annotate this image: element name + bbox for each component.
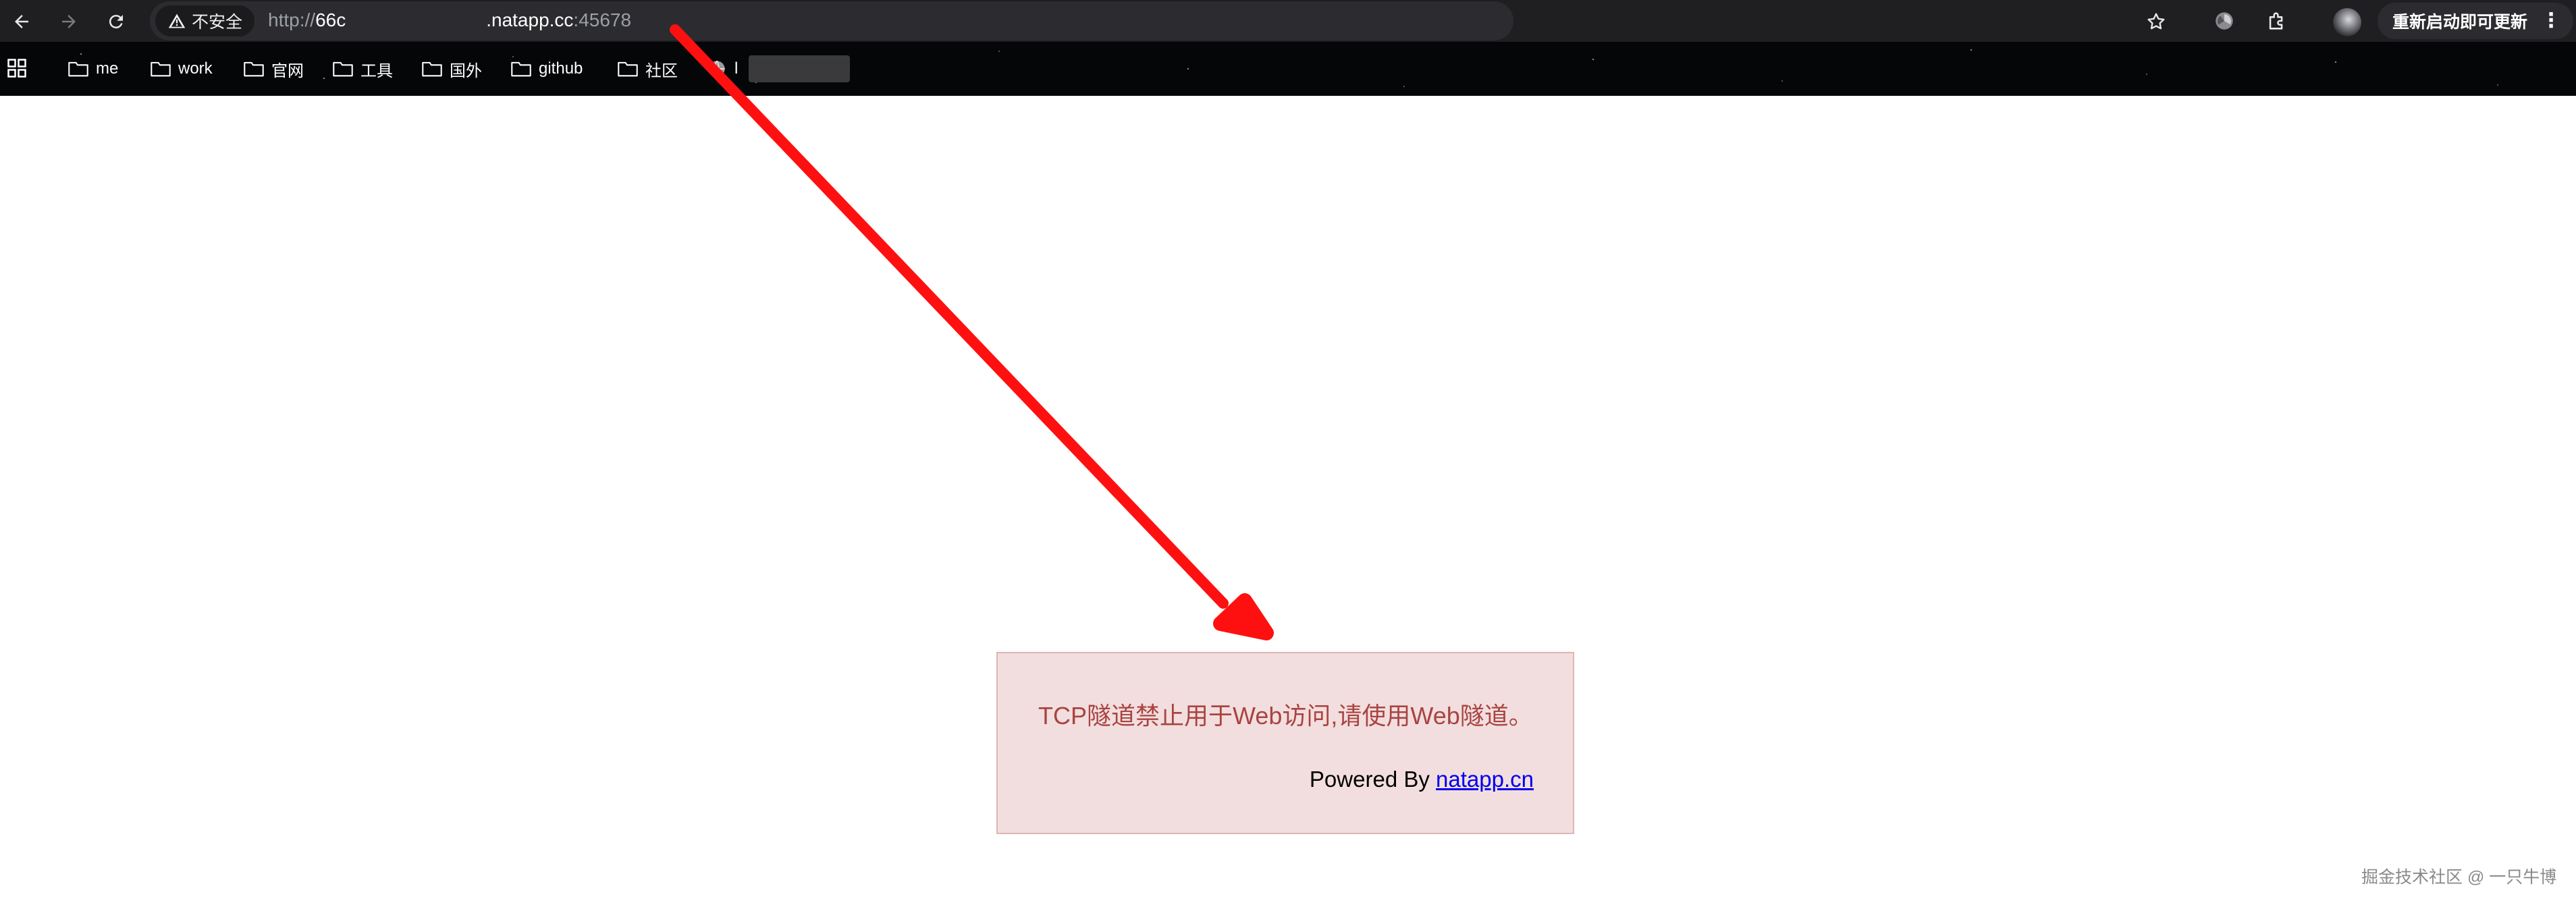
powered-by-label: Powered By	[1309, 767, 1430, 792]
folder-icon	[422, 61, 442, 77]
bookmark-label: work	[178, 59, 213, 78]
redacted-area	[346, 9, 487, 32]
bookmark-folder-work[interactable]: work	[150, 57, 213, 81]
redacted-area	[749, 55, 851, 82]
bookmark-folder-foreign[interactable]: 国外	[421, 57, 482, 81]
arrow-left-icon	[15, 15, 28, 28]
globe-icon	[709, 60, 725, 78]
url-port: :45678	[573, 9, 632, 30]
folder-icon	[333, 61, 353, 77]
more-menu-icon[interactable]: ⋮	[2541, 11, 2561, 31]
folder-icon	[511, 61, 531, 77]
watermark: 掘金技术社区 @ 一只牛博	[2361, 868, 2557, 887]
back-button[interactable]	[5, 5, 38, 38]
puzzle-icon	[2269, 12, 2283, 30]
address-bar[interactable]: 不安全 http:// 66c .natapp.cc :45678	[150, 1, 1513, 40]
profile-avatar[interactable]	[2333, 8, 2361, 36]
powered-by: Powered By natapp.cn	[1310, 767, 1534, 792]
folder-icon	[618, 61, 638, 77]
bookmarks-bar: me work 官网 工具 国外 github 社区 l	[0, 42, 2576, 96]
tunnel-error-notice: TCP隧道禁止用于Web访问,请使用Web隧道。 Powered By nata…	[996, 652, 1574, 834]
security-label: 不安全	[192, 13, 243, 32]
warning-icon	[168, 13, 186, 28]
security-indicator[interactable]: 不安全	[155, 5, 255, 36]
url-text: http:// 66c .natapp.cc :45678	[268, 9, 631, 32]
bookmark-folder-github[interactable]: github	[510, 57, 583, 81]
bookmark-label: 社区	[645, 61, 678, 80]
bookmark-label: 官网	[271, 61, 304, 80]
folder-icon	[68, 61, 88, 77]
reload-icon	[109, 15, 123, 29]
star-icon	[2147, 13, 2165, 30]
natapp-link[interactable]: natapp.cn	[1436, 767, 1534, 792]
extension-button[interactable]	[2209, 5, 2240, 36]
error-message: TCP隧道禁止用于Web访问,请使用Web隧道。	[1038, 702, 1533, 730]
bookmark-folder-official[interactable]: 官网	[243, 57, 304, 81]
bookmark-folder-tools[interactable]: 工具	[332, 57, 393, 81]
forward-button[interactable]	[53, 5, 85, 38]
folder-icon	[244, 61, 264, 77]
bookmark-label: 国外	[450, 61, 482, 80]
bookmark-label: me	[96, 59, 119, 78]
arrow-right-icon	[62, 15, 76, 28]
relaunch-update-button[interactable]: 重新启动即可更新 ⋮	[2378, 3, 2573, 39]
browser-toolbar: 不安全 http:// 66c .natapp.cc :45678 重新启动即可…	[0, 0, 2576, 42]
folder-icon	[151, 61, 171, 77]
apps-grid-icon[interactable]	[7, 58, 27, 78]
bookmark-folder-community[interactable]: 社区	[617, 57, 678, 81]
bookmark-folder-me[interactable]: me	[68, 57, 118, 81]
bookmark-link[interactable]: l	[706, 55, 851, 82]
bookmark-label: github	[539, 59, 583, 78]
reload-button[interactable]	[100, 5, 132, 38]
bookmark-label: l	[734, 59, 739, 78]
extensions-menu-button[interactable]	[2261, 5, 2292, 36]
url-host-prefix: 66c	[315, 9, 346, 30]
bookmark-star-button[interactable]	[2141, 7, 2171, 36]
url-host-suffix: .natapp.cc	[486, 9, 574, 30]
update-button-label: 重新启动即可更新	[2392, 13, 2528, 32]
url-scheme: http://	[268, 9, 316, 30]
bookmark-label: 工具	[360, 61, 393, 80]
extension-swirl-icon	[2216, 12, 2233, 30]
